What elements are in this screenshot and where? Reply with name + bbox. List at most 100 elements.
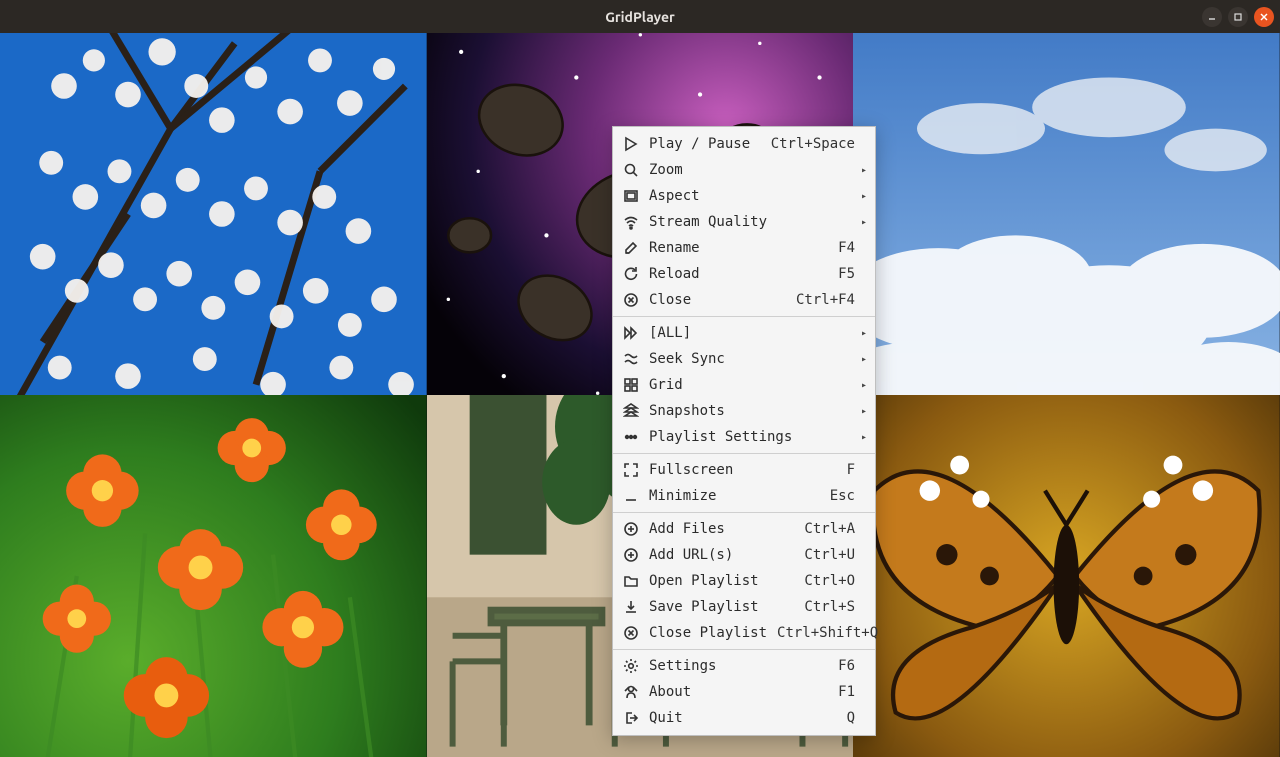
app-window: GridPlayer bbox=[0, 0, 1280, 757]
menu-item-zoom[interactable]: Zoom▸ bbox=[613, 157, 875, 183]
menu-item-shortcut: Ctrl+S bbox=[794, 599, 855, 615]
submenu-arrow-icon: ▸ bbox=[855, 328, 867, 339]
menu-item-shortcut: Ctrl+Shift+Q bbox=[767, 625, 878, 641]
gear-icon bbox=[619, 658, 643, 674]
menu-item-label: Close bbox=[643, 292, 786, 308]
menu-separator bbox=[613, 649, 875, 650]
menu-item-reload[interactable]: ReloadF5 bbox=[613, 261, 875, 287]
menu-item-label: Reload bbox=[643, 266, 828, 282]
minimize-button[interactable] bbox=[1202, 7, 1222, 27]
video-cell-1[interactable] bbox=[0, 33, 427, 395]
menu-item-minimize[interactable]: MinimizeEsc bbox=[613, 483, 875, 509]
dots-icon bbox=[619, 429, 643, 445]
menu-item-label: About bbox=[643, 684, 828, 700]
menu-item-add-urls[interactable]: Add URL(s)Ctrl+U bbox=[613, 542, 875, 568]
menu-item-grid[interactable]: Grid ▸ bbox=[613, 372, 875, 398]
play-icon bbox=[619, 136, 643, 152]
menu-item-label: Snapshots bbox=[643, 403, 845, 419]
submenu-arrow-icon: ▸ bbox=[855, 432, 867, 443]
close-x-icon bbox=[619, 292, 643, 308]
plus-circle-icon bbox=[619, 521, 643, 537]
menu-item-label: Settings bbox=[643, 658, 828, 674]
menu-item-label: Aspect bbox=[643, 188, 845, 204]
menu-item-label: Grid bbox=[643, 377, 845, 393]
close-x-icon bbox=[619, 625, 643, 641]
video-cell-3[interactable] bbox=[853, 33, 1280, 395]
zoom-icon bbox=[619, 162, 643, 178]
menu-item-label: Playlist Settings bbox=[643, 429, 845, 445]
menu-item-label: Add URL(s) bbox=[643, 547, 794, 563]
menu-item-shortcut: Esc bbox=[820, 488, 855, 504]
menu-item-rename[interactable]: RenameF4 bbox=[613, 235, 875, 261]
menu-item-label: [ALL] bbox=[643, 325, 845, 341]
menu-item-label: Add Files bbox=[643, 521, 794, 537]
submenu-arrow-icon: ▸ bbox=[855, 406, 867, 417]
menu-item-label: Minimize bbox=[643, 488, 820, 504]
menu-item-save-pl[interactable]: Save PlaylistCtrl+S bbox=[613, 594, 875, 620]
menu-item-shortcut: Ctrl+A bbox=[794, 521, 855, 537]
menu-item-shortcut: Ctrl+U bbox=[794, 547, 855, 563]
menu-separator bbox=[613, 316, 875, 317]
quit-icon bbox=[619, 710, 643, 726]
close-button[interactable] bbox=[1254, 7, 1274, 27]
menu-item-label: Close Playlist bbox=[643, 625, 767, 641]
submenu-arrow-icon: ▸ bbox=[855, 191, 867, 202]
menu-item-label: Rename bbox=[643, 240, 828, 256]
menu-item-label: Open Playlist bbox=[643, 573, 794, 589]
menu-item-shortcut: F5 bbox=[828, 266, 855, 282]
menu-item-label: Fullscreen bbox=[643, 462, 837, 478]
window-controls bbox=[1202, 0, 1274, 33]
snapshots-icon bbox=[619, 403, 643, 419]
about-icon bbox=[619, 684, 643, 700]
wifi-icon bbox=[619, 214, 643, 230]
menu-item-play-pause[interactable]: Play / PauseCtrl+Space bbox=[613, 131, 875, 157]
download-icon bbox=[619, 599, 643, 615]
menu-item-seek-sync[interactable]: Seek Sync▸ bbox=[613, 346, 875, 372]
menu-item-shortcut: Ctrl+F4 bbox=[786, 292, 855, 308]
menu-item-shortcut: Ctrl+O bbox=[794, 573, 855, 589]
menu-item-shortcut: Q bbox=[837, 710, 855, 726]
video-cell-6[interactable] bbox=[853, 395, 1280, 757]
menu-item-fullscreen[interactable]: FullscreenF bbox=[613, 457, 875, 483]
rename-icon bbox=[619, 240, 643, 256]
submenu-arrow-icon: ▸ bbox=[855, 380, 867, 391]
menu-item-label: Stream Quality bbox=[643, 214, 845, 230]
window-title: GridPlayer bbox=[605, 9, 675, 25]
menu-item-open-pl[interactable]: Open PlaylistCtrl+O bbox=[613, 568, 875, 594]
menu-item-snapshots[interactable]: Snapshots ▸ bbox=[613, 398, 875, 424]
folder-icon bbox=[619, 573, 643, 589]
menu-item-stream-q[interactable]: Stream Quality ▸ bbox=[613, 209, 875, 235]
grid-icon bbox=[619, 377, 643, 393]
menu-item-label: Save Playlist bbox=[643, 599, 794, 615]
menu-item-aspect[interactable]: Aspect ▸ bbox=[613, 183, 875, 209]
submenu-arrow-icon: ▸ bbox=[855, 217, 867, 228]
minimize-icon bbox=[619, 488, 643, 504]
maximize-button[interactable] bbox=[1228, 7, 1248, 27]
menu-item-shortcut: F6 bbox=[828, 658, 855, 674]
titlebar[interactable]: GridPlayer bbox=[0, 0, 1280, 33]
menu-item-all[interactable]: [ALL] ▸ bbox=[613, 320, 875, 346]
submenu-arrow-icon: ▸ bbox=[855, 165, 867, 176]
aspect-icon bbox=[619, 188, 643, 204]
menu-item-add-files[interactable]: Add FilesCtrl+A bbox=[613, 516, 875, 542]
menu-item-settings[interactable]: SettingsF6 bbox=[613, 653, 875, 679]
fullscreen-icon bbox=[619, 462, 643, 478]
menu-item-playlist-s[interactable]: Playlist Settings ▸ bbox=[613, 424, 875, 450]
plus-circle-icon bbox=[619, 547, 643, 563]
menu-item-label: Quit bbox=[643, 710, 837, 726]
video-cell-4[interactable] bbox=[0, 395, 427, 757]
menu-item-close-item[interactable]: CloseCtrl+F4 bbox=[613, 287, 875, 313]
menu-item-close-pl[interactable]: Close PlaylistCtrl+Shift+Q bbox=[613, 620, 875, 646]
reload-icon bbox=[619, 266, 643, 282]
menu-item-shortcut: F bbox=[837, 462, 855, 478]
context-menu[interactable]: Play / PauseCtrl+SpaceZoom▸Aspect▸Stream… bbox=[612, 126, 876, 736]
content-area: Play / PauseCtrl+SpaceZoom▸Aspect▸Stream… bbox=[0, 33, 1280, 757]
seek-sync-icon bbox=[619, 351, 643, 367]
menu-separator bbox=[613, 453, 875, 454]
menu-item-shortcut: F4 bbox=[828, 240, 855, 256]
menu-item-quit[interactable]: QuitQ bbox=[613, 705, 875, 731]
menu-item-label: Play / Pause bbox=[643, 136, 761, 152]
play-all-icon bbox=[619, 325, 643, 341]
menu-item-label: Seek Sync bbox=[643, 351, 845, 367]
menu-item-about[interactable]: AboutF1 bbox=[613, 679, 875, 705]
